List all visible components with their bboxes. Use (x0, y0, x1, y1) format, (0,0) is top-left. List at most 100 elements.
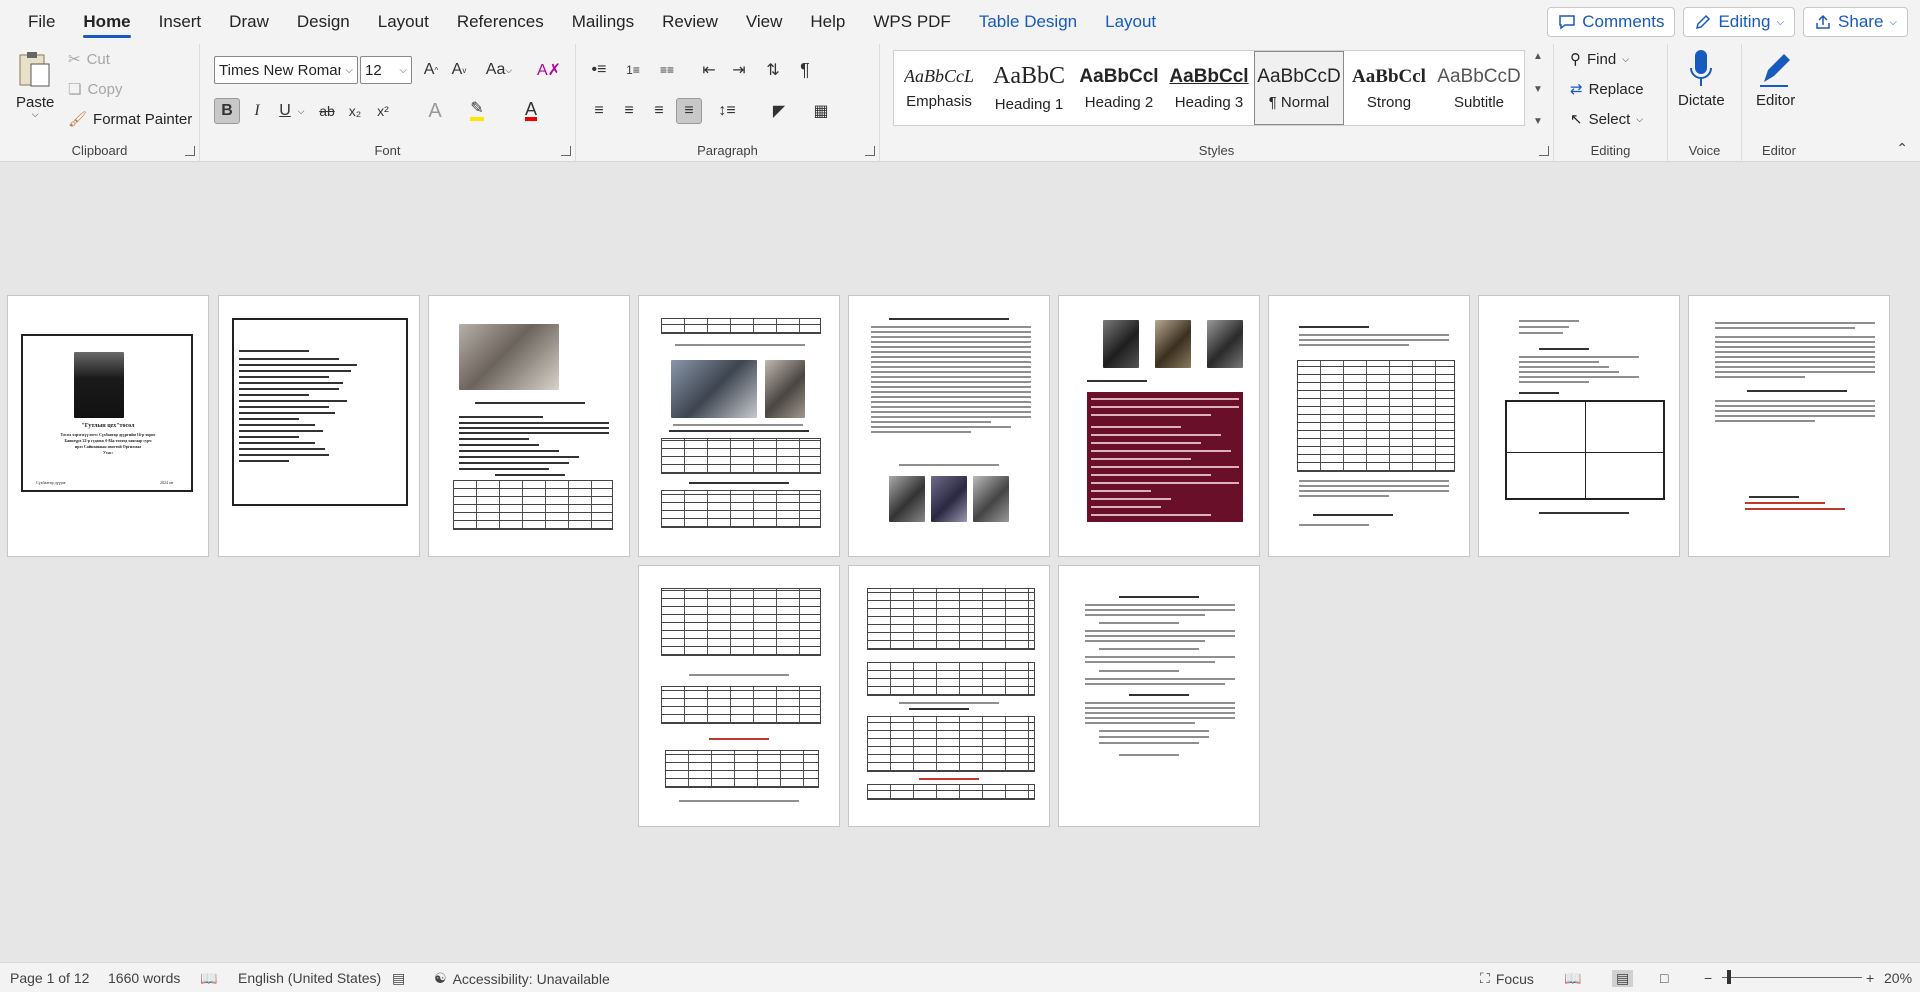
style-subtitle[interactable]: AaBbCcD Subtitle (1434, 51, 1524, 125)
numbering-icon[interactable]: 1≡ (620, 57, 646, 83)
style-normal[interactable]: AaBbCcD ¶ Normal (1254, 51, 1344, 125)
change-case-button[interactable]: Aa ⌵ (480, 57, 518, 83)
styles-launcher-icon[interactable] (1539, 146, 1549, 156)
document-page[interactable] (218, 295, 420, 557)
multilevel-list-icon[interactable]: ≡≡ (654, 57, 680, 83)
zoom-level[interactable]: 20% (1884, 970, 1912, 986)
web-layout-icon[interactable]: □ (1660, 970, 1668, 986)
tab-references[interactable]: References (443, 0, 558, 44)
grow-font-button[interactable]: A ^ (418, 57, 444, 83)
underline-dropdown-icon[interactable]: ⌵ (294, 98, 308, 124)
format-painter-button[interactable]: 🖌 Format Painter (68, 110, 192, 129)
align-center-icon[interactable]: ≡ (616, 98, 642, 124)
focus-button[interactable]: ⛶ Focus (1480, 970, 1534, 987)
document-page[interactable] (848, 565, 1050, 827)
paragraph-launcher-icon[interactable] (865, 146, 875, 156)
print-layout-icon[interactable]: ▤ (1612, 970, 1634, 987)
style-heading-3[interactable]: AaBbCcl Heading 3 (1164, 51, 1254, 125)
italic-button[interactable]: I (244, 98, 270, 124)
align-right-icon[interactable]: ≡ (646, 98, 672, 124)
accessibility-status[interactable]: ☯ Accessibility: Unavailable (434, 970, 610, 987)
text-effects-icon[interactable]: A (422, 98, 448, 124)
subscript-button[interactable]: x₂ (342, 98, 368, 124)
sort-icon[interactable]: ⇅ (760, 57, 786, 83)
copy-button[interactable]: ❏ Copy (68, 80, 122, 99)
document-page[interactable] (1688, 295, 1890, 557)
increase-indent-icon[interactable]: ⇥ (726, 57, 752, 83)
align-left-icon[interactable]: ≡ (586, 98, 612, 124)
paste-button[interactable]: Paste ⌵ (16, 50, 54, 120)
tab-table-layout[interactable]: Layout (1091, 0, 1170, 44)
comments-button[interactable]: Comments (1547, 7, 1676, 37)
replace-button[interactable]: ⇄ Replace (1570, 80, 1644, 99)
justify-icon[interactable]: ≡ (676, 98, 702, 124)
chevron-up-icon[interactable]: ▲ (1533, 51, 1543, 62)
zoom-slider-thumb[interactable] (1727, 970, 1731, 984)
document-page[interactable] (638, 565, 840, 827)
document-page[interactable]: "Гутлын цех"төсөл Төсөл хэрэгжүүлэгч: Сү… (7, 295, 209, 557)
borders-icon[interactable]: ▦ (808, 98, 834, 124)
document-page[interactable] (1058, 295, 1260, 557)
line-spacing-icon[interactable]: ↕≡ (714, 98, 740, 124)
font-launcher-icon[interactable] (561, 146, 571, 156)
tab-insert[interactable]: Insert (145, 0, 216, 44)
select-button[interactable]: ↖ Select ⌵ (1570, 110, 1643, 129)
style-strong[interactable]: AaBbCcl Strong (1344, 51, 1434, 125)
document-canvas[interactable]: "Гутлын цех"төсөл Төсөл хэрэгжүүлэгч: Сү… (0, 162, 1920, 962)
style-heading-2[interactable]: AaBbCcl Heading 2 (1074, 51, 1164, 125)
language-indicator[interactable]: English (United States) (238, 970, 381, 986)
document-page[interactable] (1478, 295, 1680, 557)
document-page[interactable] (428, 295, 630, 557)
editor-button[interactable]: Editor (1756, 48, 1795, 109)
share-button[interactable]: Share ⌵ (1803, 7, 1908, 37)
document-page[interactable] (1268, 295, 1470, 557)
collapse-ribbon-icon[interactable]: ⌃ (1896, 140, 1908, 157)
superscript-button[interactable]: x² (370, 98, 396, 124)
document-page[interactable] (848, 295, 1050, 557)
document-page[interactable] (1058, 565, 1260, 827)
document-page[interactable] (638, 295, 840, 557)
tab-draw[interactable]: Draw (215, 0, 283, 44)
tab-design[interactable]: Design (283, 0, 364, 44)
tab-file[interactable]: File (14, 0, 69, 44)
proofing-status[interactable]: 📖 (200, 970, 217, 987)
tab-layout[interactable]: Layout (364, 0, 443, 44)
tab-table-design[interactable]: Table Design (965, 0, 1091, 44)
find-button[interactable]: ⚲ Find ⌵ (1570, 50, 1629, 69)
shading-icon[interactable]: ◤ (766, 98, 792, 124)
font-family-combo[interactable]: Times New Roman ⌵ (214, 56, 358, 84)
word-count[interactable]: 1660 words (108, 970, 180, 986)
tab-wps-pdf[interactable]: WPS PDF (859, 0, 964, 44)
shrink-font-button[interactable]: Av (446, 57, 472, 83)
highlight-icon[interactable]: ✎ (464, 98, 490, 124)
more-styles-icon[interactable]: ▼ (1533, 116, 1543, 127)
zoom-slider[interactable] (1722, 977, 1862, 978)
page-table (661, 588, 821, 656)
font-color-icon[interactable]: A (518, 98, 544, 124)
tab-view[interactable]: View (732, 0, 797, 44)
zoom-out-button[interactable]: − (1704, 970, 1712, 986)
text-predictions[interactable]: ▤ (392, 970, 405, 987)
tab-mailings[interactable]: Mailings (558, 0, 648, 44)
zoom-in-button[interactable]: + (1866, 970, 1874, 986)
chevron-down-icon[interactable]: ▼ (1533, 84, 1543, 95)
editing-mode-button[interactable]: Editing ⌵ (1683, 7, 1796, 37)
strikethrough-button[interactable]: ab (314, 98, 340, 124)
pilcrow-icon[interactable]: ¶ (792, 57, 818, 83)
read-mode-icon[interactable]: 📖 (1564, 970, 1581, 987)
styles-scroll[interactable]: ▲ ▼ ▼ (1528, 51, 1548, 127)
bold-button[interactable]: B (214, 98, 240, 124)
tab-review[interactable]: Review (648, 0, 732, 44)
dictate-button[interactable]: Dictate (1678, 48, 1725, 109)
tab-home[interactable]: Home (69, 0, 144, 44)
clear-formatting-icon[interactable]: A✗ (536, 57, 562, 83)
page-count[interactable]: Page 1 of 12 (10, 970, 89, 986)
clipboard-launcher-icon[interactable] (185, 146, 195, 156)
decrease-indent-icon[interactable]: ⇤ (696, 57, 722, 83)
tab-help[interactable]: Help (796, 0, 859, 44)
style-heading-1[interactable]: AaBbC Heading 1 (984, 51, 1074, 125)
cut-button[interactable]: ✂ Cut (68, 50, 110, 69)
style-emphasis[interactable]: AaBbCcL Emphasis (894, 51, 984, 125)
bullets-icon[interactable]: •≡ (586, 57, 612, 83)
font-size-combo[interactable]: 12 ⌵ (360, 56, 412, 84)
